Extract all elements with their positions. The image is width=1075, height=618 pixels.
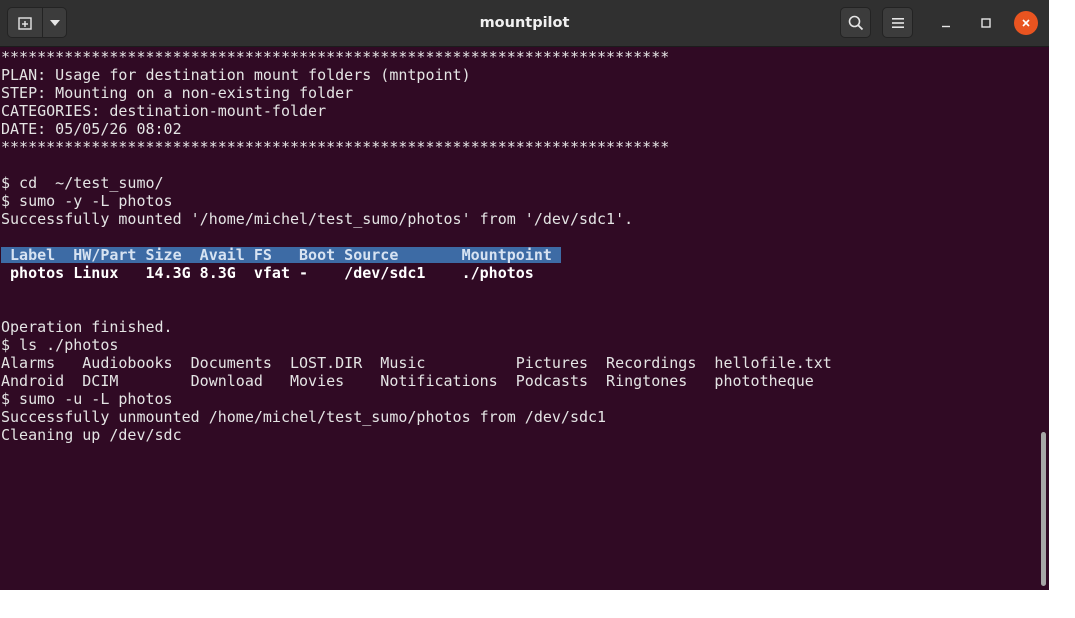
command-line: $ sumo -u -L photos xyxy=(1,390,173,408)
menu-button[interactable] xyxy=(882,7,913,38)
close-icon xyxy=(1022,19,1030,27)
table-header-line: Label HW/Part Size Avail FS Boot Source … xyxy=(1,246,832,264)
table-header: Label HW/Part Size Avail FS Boot Source … xyxy=(1,246,561,264)
scrollbar-thumb[interactable] xyxy=(1041,432,1046,586)
output-line: Successfully mounted '/home/michel/test_… xyxy=(1,210,634,228)
close-button[interactable] xyxy=(1014,11,1038,35)
ls-output-line: Alarms Audiobooks Documents LOST.DIR Mus… xyxy=(1,354,832,372)
separator-line: ****************************************… xyxy=(1,138,670,156)
date-line: DATE: 05/05/26 08:02 xyxy=(1,120,182,138)
command-line: $ ls ./photos xyxy=(1,336,119,354)
minimize-icon xyxy=(942,25,950,28)
terminal-window: mountpilot *****************************… xyxy=(0,0,1049,590)
maximize-icon xyxy=(981,18,991,28)
table-row: photos Linux 14.3G 8.3G vfat - /dev/sdc1… xyxy=(1,264,534,282)
chevron-down-icon xyxy=(49,19,60,26)
output-line: Successfully unmounted /home/michel/test… xyxy=(1,408,607,426)
tab-dropdown-button[interactable] xyxy=(43,8,66,37)
search-button[interactable] xyxy=(840,7,871,38)
ls-output-line: Android DCIM Download Movies Notificatio… xyxy=(1,372,814,390)
categories-line: CATEGORIES: destination-mount-folder xyxy=(1,102,327,120)
output-line: Cleaning up /dev/sdc xyxy=(1,426,182,444)
step-line: STEP: Mounting on a non-existing folder xyxy=(1,84,354,102)
command-line: $ cd ~/test_sumo/ xyxy=(1,174,164,192)
hamburger-menu-icon xyxy=(891,17,904,28)
new-tab-button[interactable] xyxy=(8,8,42,37)
minimize-button[interactable] xyxy=(934,11,958,35)
new-tab-icon xyxy=(18,16,32,30)
maximize-button[interactable] xyxy=(974,11,998,35)
separator-line: ****************************************… xyxy=(1,48,670,66)
search-icon xyxy=(848,15,863,30)
plan-line: PLAN: Usage for destination mount folder… xyxy=(1,66,471,84)
terminal-output[interactable]: ****************************************… xyxy=(1,48,832,444)
title-bar: mountpilot xyxy=(0,0,1049,47)
tab-button-group xyxy=(7,7,67,38)
command-line: $ sumo -y -L photos xyxy=(1,192,173,210)
output-line: Operation finished. xyxy=(1,318,173,336)
